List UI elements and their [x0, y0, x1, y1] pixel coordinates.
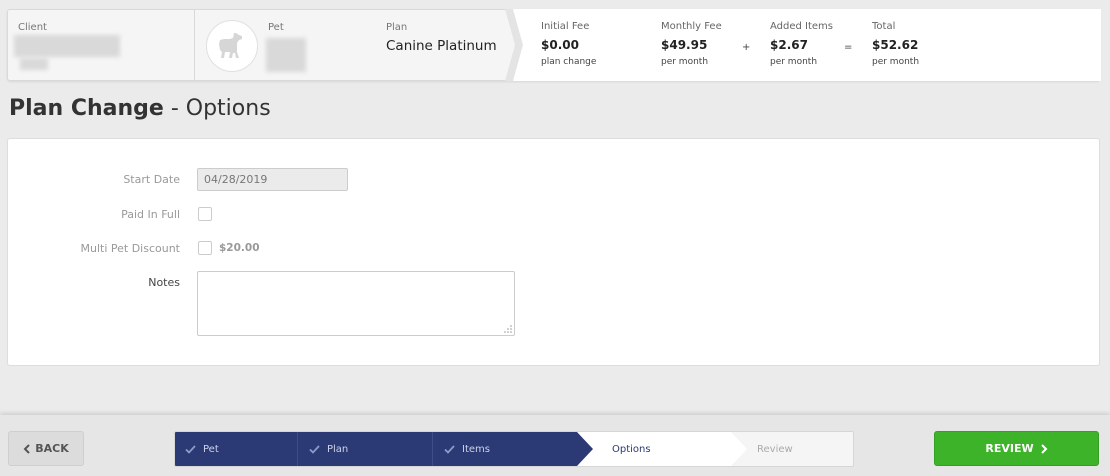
paid-in-full-label: Paid In Full — [121, 208, 180, 221]
plan-label: Plan — [386, 22, 408, 33]
step-items[interactable]: Items — [444, 432, 490, 466]
pet-section: Pet Plan Canine Platinum — [196, 10, 516, 80]
step-items-label: Items — [462, 443, 490, 455]
start-date-label: Start Date — [123, 173, 180, 186]
review-button[interactable]: REVIEW — [934, 431, 1099, 466]
client-label: Client — [18, 22, 47, 33]
notes-label: Notes — [148, 276, 180, 289]
page-title-main: Plan Change — [9, 96, 164, 121]
equals-operator: = — [844, 42, 853, 53]
step-separator — [297, 432, 298, 466]
step-review[interactable]: Review — [757, 432, 793, 466]
page-title-sub: Options — [185, 96, 271, 121]
chevron-right-icon — [1040, 443, 1048, 454]
check-icon — [444, 444, 455, 454]
step-options-label: Options — [612, 443, 651, 455]
back-button-label: BACK — [35, 442, 69, 455]
plus-operator: + — [742, 42, 751, 53]
review-button-label: REVIEW — [985, 442, 1034, 455]
step-plan[interactable]: Plan — [309, 432, 348, 466]
added-items-label: Added Items — [770, 21, 834, 32]
wizard-progress-fill — [175, 432, 605, 466]
pet-name-redacted — [266, 38, 306, 72]
added-items-sub: per month — [770, 57, 818, 67]
step-separator — [432, 432, 433, 466]
plan-summary-bar: Client Pet Plan Canine Platinum Initial … — [7, 9, 1101, 81]
initial-fee-sub: plan change — [541, 57, 597, 67]
added-items-value: $2.67 — [770, 38, 808, 52]
chevron-left-icon — [23, 443, 30, 454]
paid-in-full-checkbox[interactable] — [198, 207, 212, 221]
check-icon — [309, 444, 320, 454]
page-title-sep: - — [163, 96, 186, 121]
step-options[interactable]: Options — [612, 432, 651, 466]
multi-pet-discount-checkbox[interactable] — [198, 241, 212, 255]
wizard-steps: Pet Plan Items Options Review — [174, 431, 854, 467]
step-pet-label: Pet — [203, 443, 219, 455]
client-name-redacted — [14, 35, 120, 57]
initial-fee-label: Initial Fee — [541, 21, 590, 32]
fees-section: Initial Fee $0.00 plan change Monthly Fe… — [513, 9, 1101, 81]
total-sub: per month — [872, 57, 920, 67]
monthly-fee-label: Monthly Fee — [661, 21, 722, 32]
start-date-input: 04/28/2019 — [197, 168, 348, 191]
step-review-label: Review — [757, 443, 793, 455]
multi-pet-discount-label: Multi Pet Discount — [80, 242, 181, 255]
pet-label: Pet — [268, 22, 284, 33]
wizard-active-step-bg — [577, 432, 747, 466]
monthly-fee-value: $49.95 — [661, 38, 708, 52]
options-panel: Start Date 04/28/2019 Paid In Full Multi… — [7, 138, 1100, 366]
footer-bar: BACK Pet Plan Items Options Review REVIE… — [0, 415, 1110, 476]
page-title: Plan Change - Options — [9, 96, 271, 121]
total-value: $52.62 — [872, 38, 919, 52]
initial-fee-value: $0.00 — [541, 38, 579, 52]
back-button[interactable]: BACK — [8, 431, 84, 466]
pet-avatar — [206, 20, 258, 72]
client-section: Client — [8, 10, 195, 80]
step-plan-label: Plan — [327, 443, 349, 455]
notes-textarea[interactable] — [197, 271, 515, 336]
client-detail-redacted — [20, 58, 48, 70]
step-pet[interactable]: Pet — [185, 432, 219, 466]
plan-name: Canine Platinum — [386, 38, 497, 54]
check-icon — [185, 444, 196, 454]
multi-pet-discount-amount: $20.00 — [219, 242, 260, 254]
total-label: Total — [872, 21, 896, 32]
monthly-fee-sub: per month — [661, 57, 709, 67]
resize-handle-icon[interactable] — [504, 325, 512, 333]
dog-icon — [219, 33, 242, 58]
